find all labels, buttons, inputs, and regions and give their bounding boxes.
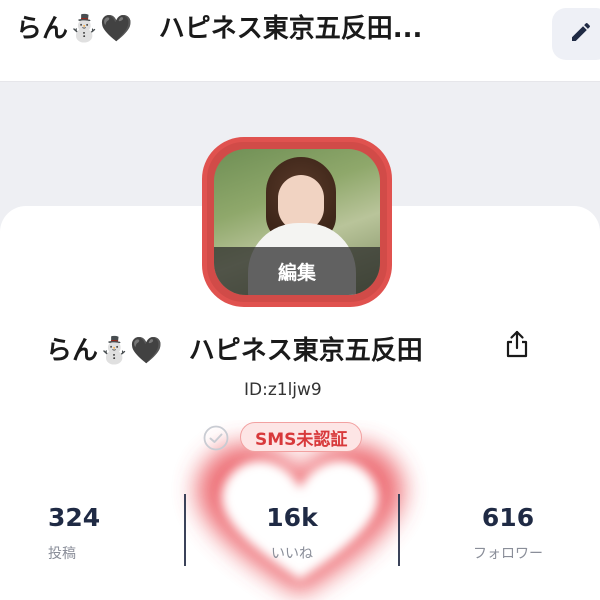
stat-followers-label: フォロワー — [473, 546, 543, 562]
stat-posts-value: 324 — [48, 503, 101, 532]
stats-divider — [398, 494, 400, 566]
pencil-icon — [569, 20, 593, 48]
stat-posts-label: 投稿 — [48, 546, 76, 562]
stat-likes-label: いいね — [271, 546, 313, 562]
avatar: 編集 — [214, 149, 380, 295]
header-title: らん⛄🖤 ハピネス東京五反田... — [16, 13, 423, 44]
avatar-frame[interactable]: 編集 — [202, 137, 392, 307]
edit-button[interactable] — [552, 8, 600, 60]
stats-divider — [184, 494, 186, 566]
profile-name: らん⛄🖤 ハピネス東京五反田 — [46, 335, 423, 366]
stat-posts[interactable]: 324 投稿 — [48, 503, 188, 573]
share-button[interactable] — [502, 328, 532, 364]
share-icon — [505, 329, 529, 363]
sms-verification-badge[interactable]: SMS未認証 — [240, 422, 363, 452]
stat-likes[interactable]: 16k いいね — [222, 503, 362, 573]
user-id: ID:z1ljw9 — [244, 380, 322, 400]
check-circle-icon — [202, 424, 230, 452]
stat-followers-value: 616 — [481, 503, 535, 532]
stat-likes-value: 16k — [266, 503, 318, 532]
stat-followers[interactable]: 616 フォロワー — [438, 503, 578, 573]
top-app-bar: らん⛄🖤 ハピネス東京五反田... — [0, 0, 600, 82]
avatar-edit-label[interactable]: 編集 — [214, 247, 380, 295]
